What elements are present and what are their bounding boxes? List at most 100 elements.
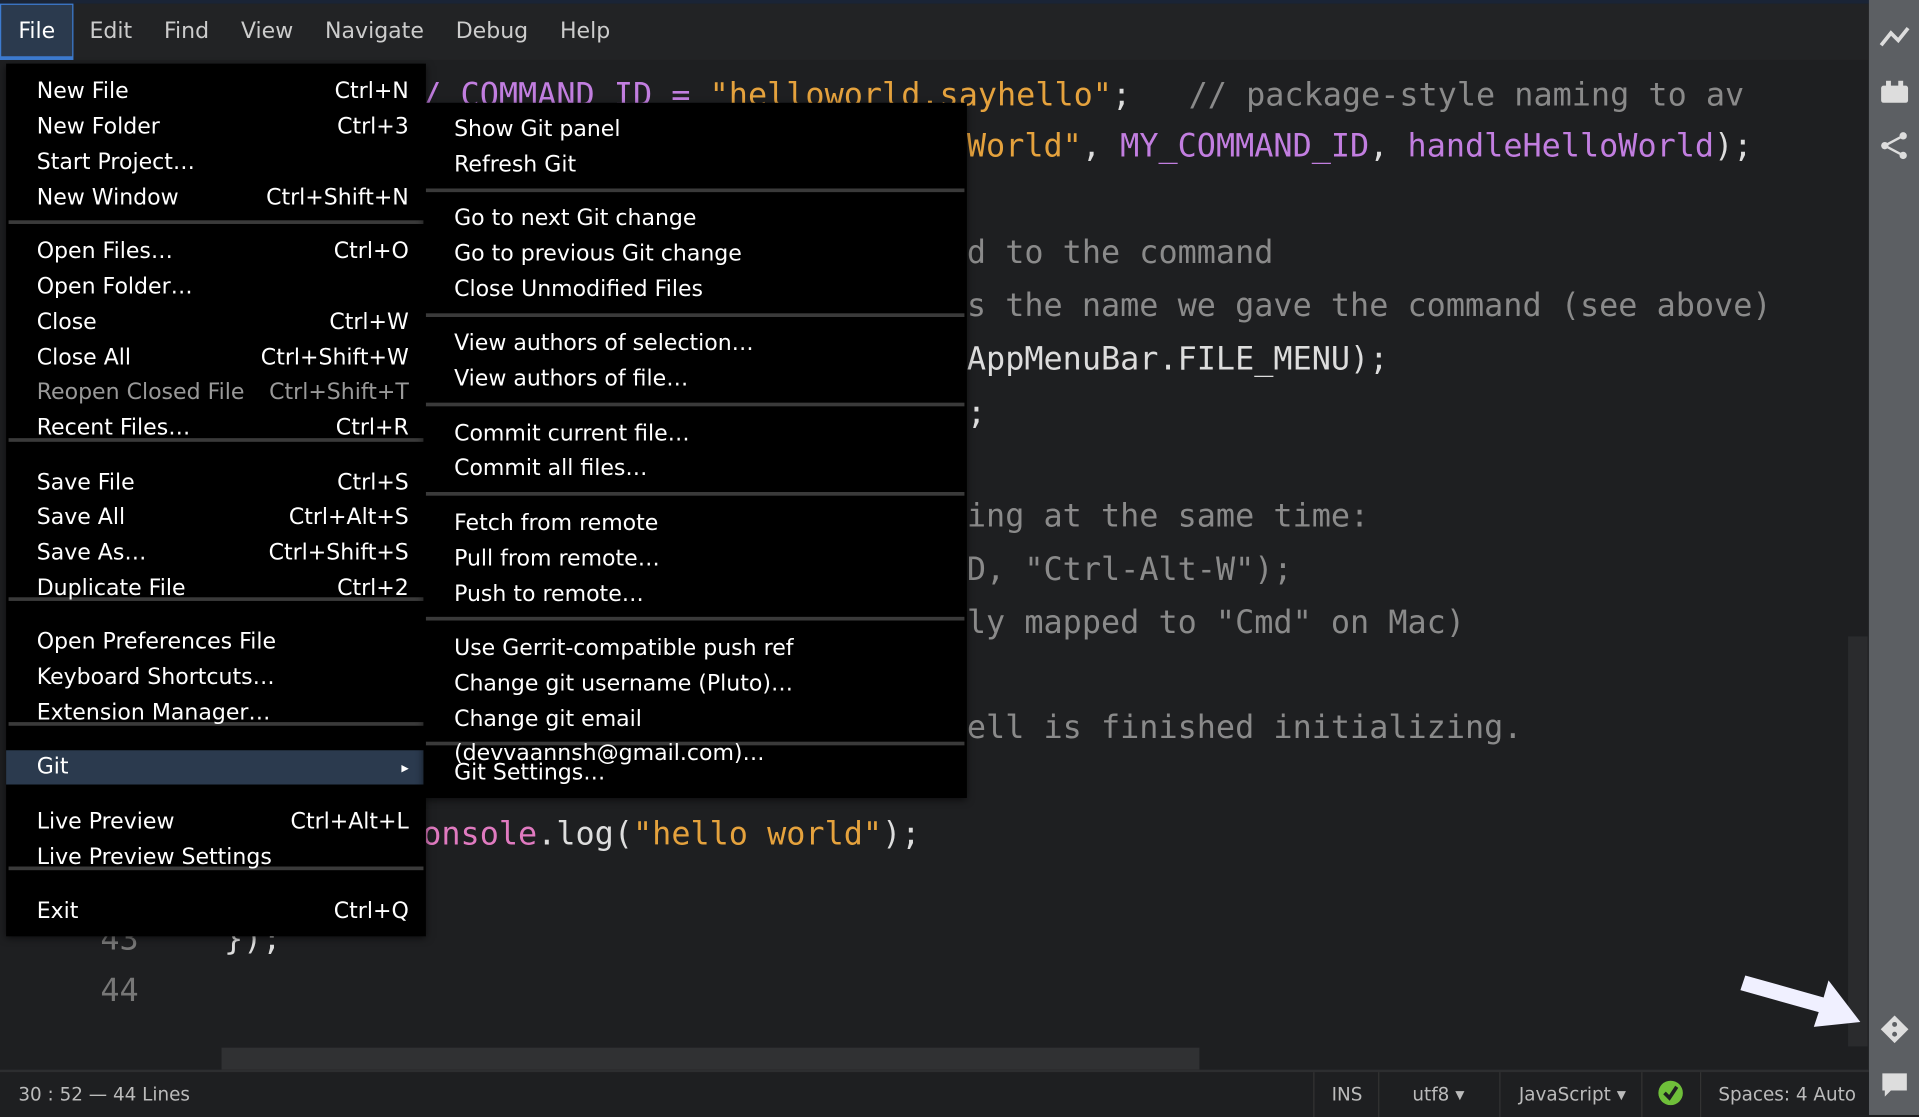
menu-item-label: Save All — [36, 504, 126, 530]
code-line: s the name we gave the command (see abov… — [966, 287, 1772, 325]
menu-item-label: Duplicate File — [36, 575, 186, 601]
live-preview-icon[interactable] — [1879, 21, 1911, 53]
menu-separator — [425, 492, 965, 496]
git-icon[interactable] — [1879, 1013, 1911, 1045]
horizontal-scrollbar[interactable] — [221, 1047, 1200, 1070]
menu-item-label: Save File — [36, 469, 135, 496]
menu-item-shortcut: Ctrl+W — [329, 309, 409, 336]
file-menu-item[interactable]: Close Ctrl+W — [6, 306, 426, 340]
file-menu-item[interactable]: New Window Ctrl+Shift+N — [6, 181, 426, 215]
menu-file[interactable]: File — [0, 3, 74, 60]
file-menu-item[interactable]: Save All Ctrl+Alt+S — [6, 501, 426, 535]
file-menu-item[interactable]: Keyboard Shortcuts… — [6, 661, 426, 695]
menu-item-shortcut: Ctrl+O — [333, 238, 409, 265]
file-menu-item[interactable]: Close All Ctrl+Shift+W — [6, 341, 426, 375]
git-submenu: Show Git panel Refresh Git Go to next Git … — [423, 102, 967, 798]
code-line: onsole.log("hello world"); — [422, 816, 921, 854]
git-menu-item[interactable]: Change git email (devvaannsh@gmail.com)… — [423, 703, 966, 766]
git-menu-item[interactable]: Commit all files… — [423, 452, 966, 486]
file-menu-item[interactable]: Live Preview Settings — [6, 841, 426, 875]
cursor-position[interactable]: 30 : 52 — 44 Lines — [18, 1083, 190, 1105]
share-icon[interactable] — [1879, 130, 1911, 162]
file-menu-item[interactable]: Open Preferences File — [6, 625, 426, 659]
menu-item-label: Save As… — [36, 539, 147, 566]
insert-mode[interactable]: INS — [1332, 1083, 1363, 1105]
code-line: D, "Ctrl-Alt-W"); — [966, 551, 1293, 589]
menu-item-shortcut: Ctrl+Alt+L — [290, 808, 409, 835]
menu-find[interactable]: Find — [148, 4, 225, 60]
file-menu-item[interactable]: Open Folder… — [6, 270, 426, 304]
lint-ok-icon[interactable] — [1657, 1079, 1684, 1111]
menu-edit[interactable]: Edit — [74, 4, 148, 60]
menu-item-shortcut: ▸ — [401, 758, 409, 776]
git-menu-item[interactable]: Close Unmodified Files — [423, 273, 966, 307]
file-menu-item[interactable]: New File Ctrl+N — [6, 75, 426, 109]
menu-item-shortcut: Ctrl+Shift+N — [266, 184, 409, 211]
menu-debug[interactable]: Debug — [440, 4, 544, 60]
menu-view[interactable]: View — [225, 4, 309, 60]
git-menu-item[interactable]: Go to next Git change — [423, 202, 966, 236]
menu-item-shortcut: Ctrl+3 — [337, 113, 409, 140]
menu-navigate[interactable]: Navigate — [309, 4, 440, 60]
menu-item-label: Live Preview Settings — [36, 844, 272, 871]
git-menu-item[interactable]: Go to previous Git change — [423, 237, 966, 271]
feedback-icon[interactable] — [1879, 1068, 1911, 1100]
git-menu-item[interactable]: Git Settings… — [423, 756, 966, 790]
git-menu-item[interactable]: Fetch from remote — [423, 507, 966, 541]
code-line: World", MY_COMMAND_ID, handleHelloWorld)… — [966, 128, 1753, 166]
menu-item-shortcut: Ctrl+Q — [333, 898, 409, 925]
file-menu: New File Ctrl+N New Folder Ctrl+3 Start Proj… — [6, 63, 426, 937]
right-toolbar — [1868, 0, 1919, 1115]
menu-item-shortcut: Ctrl+2 — [337, 575, 409, 601]
menu-item-label: Live Preview — [36, 808, 175, 835]
git-menu-item[interactable]: View authors of file… — [423, 362, 966, 396]
file-menu-item[interactable]: Duplicate File Ctrl+2 — [6, 572, 426, 606]
git-menu-item[interactable]: View authors of selection… — [423, 327, 966, 361]
extension-manager-icon[interactable] — [1879, 76, 1911, 108]
file-menu-item[interactable]: Exit Ctrl+Q — [6, 895, 426, 929]
menu-item-label: Keyboard Shortcuts… — [36, 664, 275, 691]
git-menu-item[interactable]: Refresh Git — [423, 148, 966, 182]
file-menu-item[interactable]: Open Files… Ctrl+O — [6, 235, 426, 269]
menu-item-label: Reopen Closed File — [36, 379, 245, 406]
editor-window: File Edit Find View Navigate Debug Help … — [0, 0, 1919, 1117]
file-menu-item[interactable]: Reopen Closed File Ctrl+Shift+T — [6, 376, 426, 410]
indentation-setting[interactable]: Spaces: 4 Auto — [1718, 1083, 1856, 1105]
language-dropdown[interactable]: JavaScript ▾ — [1519, 1083, 1626, 1105]
file-menu-item[interactable]: New Folder Ctrl+3 — [6, 110, 426, 144]
encoding-dropdown[interactable]: utf8 ▾ — [1412, 1083, 1464, 1105]
menubar: File Edit Find View Navigate Debug Help — [0, 3, 1869, 60]
menu-item-label: Close All — [36, 345, 132, 371]
git-menu-item[interactable]: Show Git panel — [423, 113, 966, 147]
menu-item-shortcut: Ctrl+N — [334, 78, 409, 105]
code-line: ell is finished initializing. — [966, 709, 1523, 747]
menu-item-label: Extension Manager… — [36, 700, 271, 726]
menu-help[interactable]: Help — [544, 4, 626, 60]
menu-separator — [425, 188, 965, 193]
file-menu-item[interactable]: Save File Ctrl+S — [6, 466, 426, 500]
file-menu-item[interactable]: Start Project… — [6, 146, 426, 180]
menu-separator — [425, 313, 965, 317]
menu-item-label: Git — [36, 753, 69, 780]
git-menu-item[interactable]: Use Gerrit-compatible push ref — [423, 632, 966, 666]
menu-item-label: Recent Files… — [36, 414, 191, 441]
git-menu-item[interactable]: Pull from remote… — [423, 542, 966, 576]
file-menu-item[interactable]: Live Preview Ctrl+Alt+L — [6, 805, 426, 839]
git-menu-item[interactable]: Commit current file… — [423, 417, 966, 451]
file-menu-item[interactable]: Save As… Ctrl+Shift+S — [6, 536, 426, 570]
code-line: AppMenuBar.FILE_MENU); — [966, 341, 1389, 379]
file-menu-item[interactable]: Recent Files… Ctrl+R — [6, 411, 426, 445]
git-menu-item[interactable]: Change git username (Pluto)… — [423, 667, 966, 701]
file-menu-item[interactable]: Git ▸ — [6, 750, 426, 785]
git-menu-item[interactable]: Push to remote… — [423, 578, 966, 612]
menu-item-label: New Folder — [36, 113, 160, 140]
menu-item-label: Open Preferences File — [36, 629, 277, 655]
line-number: 44 — [100, 973, 139, 1010]
menu-separator — [8, 220, 424, 224]
menu-item-shortcut: Ctrl+Shift+T — [269, 379, 409, 406]
menu-separator — [425, 402, 965, 407]
file-menu-item[interactable]: Extension Manager… — [6, 696, 426, 730]
menu-item-label: New File — [36, 78, 129, 105]
menu-item-shortcut: Ctrl+Shift+S — [268, 539, 409, 566]
status-bar: 30 : 52 — 44 Lines INS utf8 ▾ JavaScript… — [0, 1069, 1869, 1117]
